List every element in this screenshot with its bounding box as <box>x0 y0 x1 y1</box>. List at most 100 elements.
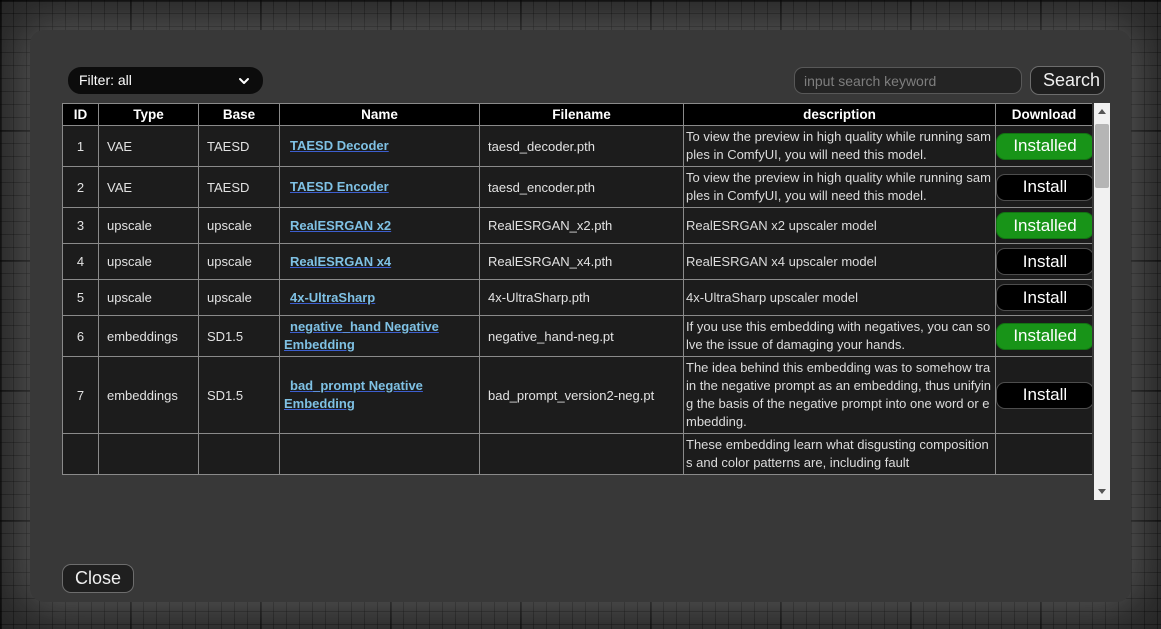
cell-name: negative_hand Negative Embedding <box>280 316 480 357</box>
scrollbar-thumb[interactable] <box>1095 124 1109 188</box>
table-row: 6embeddingsSD1.5negative_hand Negative E… <box>63 316 1093 357</box>
install-button[interactable]: Install <box>996 284 1092 311</box>
cell-base: upscale <box>199 208 280 244</box>
installed-button[interactable]: Installed <box>996 323 1092 350</box>
model-name-link[interactable]: TAESD Encoder <box>290 179 389 194</box>
search-input[interactable] <box>794 67 1022 94</box>
cell-download: Installed <box>996 316 1093 357</box>
cell-description: If you use this embedding with negatives… <box>684 316 996 357</box>
cell-id: 5 <box>63 280 99 316</box>
installed-button[interactable]: Installed <box>996 212 1092 239</box>
cell-id: 4 <box>63 244 99 280</box>
column-header-download: Download <box>996 104 1093 126</box>
cell-filename: RealESRGAN_x4.pth <box>480 244 684 280</box>
cell-description: RealESRGAN x4 upscaler model <box>684 244 996 280</box>
cell-id: 7 <box>63 357 99 434</box>
cell-type: embeddings <box>99 316 199 357</box>
close-button[interactable]: Close <box>62 564 134 593</box>
table-header-row: ID Type Base Name Filename description D… <box>63 104 1093 126</box>
cell-type <box>99 434 199 475</box>
cell-filename: negative_hand-neg.pt <box>480 316 684 357</box>
column-header-name: Name <box>280 104 480 126</box>
model-name-link[interactable]: RealESRGAN x2 <box>290 218 391 233</box>
cell-description: To view the preview in high quality whil… <box>684 167 996 208</box>
cell-filename: taesd_encoder.pth <box>480 167 684 208</box>
table-scrollbar[interactable] <box>1094 103 1110 500</box>
cell-type: upscale <box>99 244 199 280</box>
filter-dropdown[interactable]: Filter: all <box>68 67 263 94</box>
model-manager-dialog: Filter: all Search ID Type Base Name Fil… <box>30 30 1131 602</box>
model-name-link[interactable]: RealESRGAN x4 <box>290 254 391 269</box>
column-header-base: Base <box>199 104 280 126</box>
cell-download: Install <box>996 244 1093 280</box>
cell-description: To view the preview in high quality whil… <box>684 126 996 167</box>
cell-download: Installed <box>996 126 1093 167</box>
cell-id: 6 <box>63 316 99 357</box>
install-button[interactable]: Install <box>996 174 1092 201</box>
scroll-up-icon <box>1098 109 1106 114</box>
model-name-link[interactable]: bad_prompt Negative Embedding <box>284 378 423 411</box>
cell-description: The idea behind this embedding was to so… <box>684 357 996 434</box>
install-button[interactable]: Install <box>996 382 1092 409</box>
cell-download <box>996 434 1093 475</box>
cell-id: 2 <box>63 167 99 208</box>
model-name-link[interactable]: TAESD Decoder <box>290 138 389 153</box>
column-header-id: ID <box>63 104 99 126</box>
cell-base: SD1.5 <box>199 316 280 357</box>
cell-type: embeddings <box>99 357 199 434</box>
installed-button[interactable]: Installed <box>996 133 1092 160</box>
cell-base: TAESD <box>199 167 280 208</box>
cell-base: SD1.5 <box>199 357 280 434</box>
cell-download: Install <box>996 357 1093 434</box>
table-row: 7embeddingsSD1.5bad_prompt Negative Embe… <box>63 357 1093 434</box>
cell-name: RealESRGAN x4 <box>280 244 480 280</box>
column-header-filename: Filename <box>480 104 684 126</box>
scrollbar-down-button[interactable] <box>1094 483 1110 500</box>
cell-base: upscale <box>199 244 280 280</box>
cell-id <box>63 434 99 475</box>
cell-name: TAESD Encoder <box>280 167 480 208</box>
cell-name: RealESRGAN x2 <box>280 208 480 244</box>
cell-name: 4x-UltraSharp <box>280 280 480 316</box>
filter-dropdown-value: Filter: all <box>79 68 132 93</box>
model-name-link[interactable]: negative_hand Negative Embedding <box>284 319 439 352</box>
cell-name <box>280 434 480 475</box>
cell-name: bad_prompt Negative Embedding <box>280 357 480 434</box>
chevron-down-icon <box>238 75 250 87</box>
cell-filename: taesd_decoder.pth <box>480 126 684 167</box>
table-row: These embedding learn what disgusting co… <box>63 434 1093 475</box>
cell-type: VAE <box>99 126 199 167</box>
table-row: 4upscaleupscaleRealESRGAN x4RealESRGAN_x… <box>63 244 1093 280</box>
cell-type: upscale <box>99 208 199 244</box>
cell-download: Installed <box>996 208 1093 244</box>
cell-filename: bad_prompt_version2-neg.pt <box>480 357 684 434</box>
cell-description: RealESRGAN x2 upscaler model <box>684 208 996 244</box>
cell-type: VAE <box>99 167 199 208</box>
scrollbar-up-button[interactable] <box>1094 103 1110 120</box>
model-table: ID Type Base Name Filename description D… <box>62 103 1092 475</box>
cell-base: TAESD <box>199 126 280 167</box>
cell-description: 4x-UltraSharp upscaler model <box>684 280 996 316</box>
cell-filename: 4x-UltraSharp.pth <box>480 280 684 316</box>
cell-base <box>199 434 280 475</box>
cell-id: 3 <box>63 208 99 244</box>
cell-filename: RealESRGAN_x2.pth <box>480 208 684 244</box>
cell-download: Install <box>996 167 1093 208</box>
cell-base: upscale <box>199 280 280 316</box>
cell-description: These embedding learn what disgusting co… <box>684 434 996 475</box>
cell-filename <box>480 434 684 475</box>
model-table-container: ID Type Base Name Filename description D… <box>62 103 1092 500</box>
table-row: 1VAETAESD TAESD Decoder taesd_decoder.pthT… <box>63 126 1093 167</box>
model-name-link[interactable]: 4x-UltraSharp <box>290 290 375 305</box>
column-header-description: description <box>684 104 996 126</box>
search-button[interactable]: Search <box>1030 66 1105 95</box>
cell-id: 1 <box>63 126 99 167</box>
column-header-type: Type <box>99 104 199 126</box>
cell-type: upscale <box>99 280 199 316</box>
cell-download: Install <box>996 280 1093 316</box>
install-button[interactable]: Install <box>996 248 1092 275</box>
table-row: 3upscaleupscaleRealESRGAN x2RealESRGAN_x… <box>63 208 1093 244</box>
table-row: 2VAETAESD TAESD Encoder taesd_encoder.pthT… <box>63 167 1093 208</box>
cell-name: TAESD Decoder <box>280 126 480 167</box>
scroll-down-icon <box>1098 489 1106 494</box>
